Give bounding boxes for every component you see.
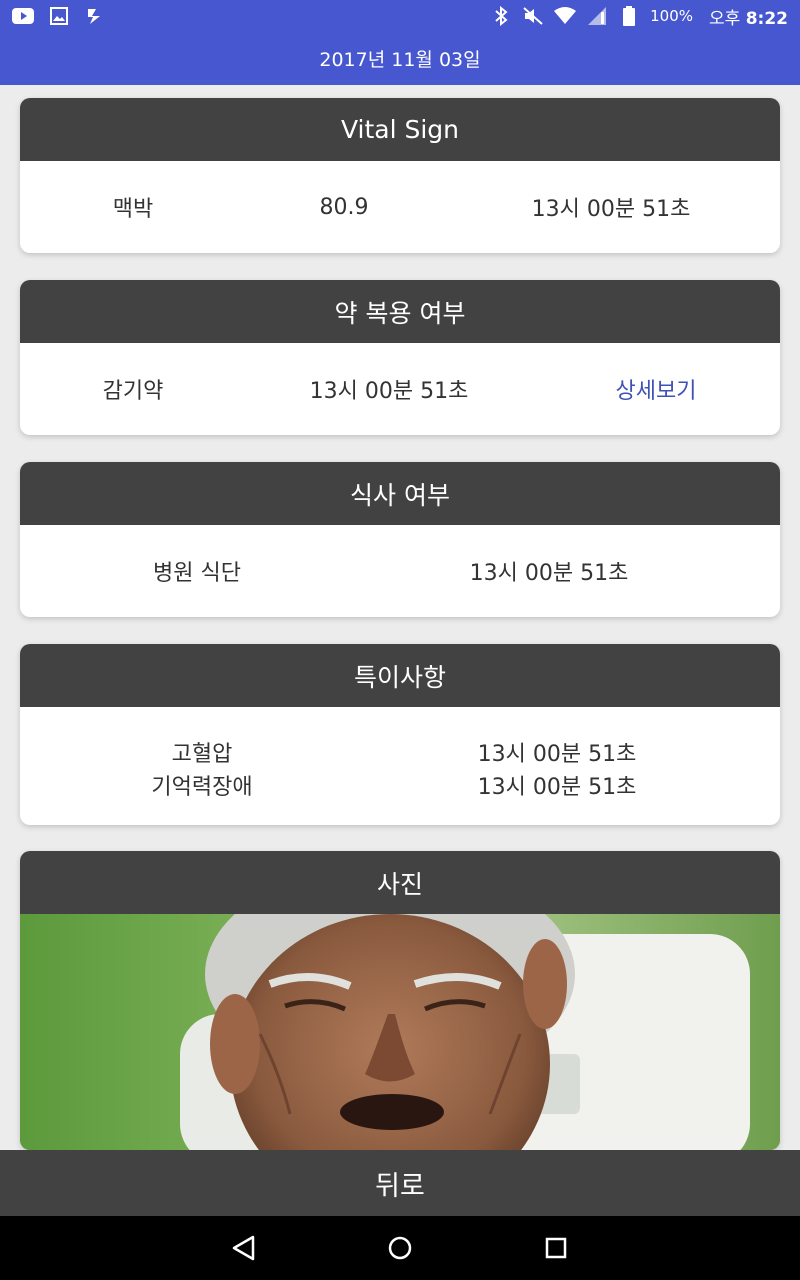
system-nav-bar: [0, 1216, 800, 1280]
mute-icon: [522, 6, 544, 26]
screen: 100% 오후 8:22 2017년 11월 03일 Vital Sign 맥박…: [0, 0, 800, 1280]
back-button-label: 뒤로: [375, 1170, 425, 1202]
notes-item-label: 고혈압: [171, 741, 233, 767]
clock: 오후 8:22: [709, 4, 788, 29]
vital-sign-card: Vital Sign 맥박 80.9 13시 00분 51초: [20, 98, 780, 253]
vital-sign-header: Vital Sign: [20, 98, 780, 161]
vital-sign-row: 맥박 80.9 13시 00분 51초: [20, 161, 780, 253]
gallery-notification-icon: [48, 6, 70, 26]
page-title: 2017년 11월 03일: [319, 49, 481, 71]
battery-icon: [618, 6, 640, 26]
patient-photo-image: [20, 914, 780, 1150]
nav-home-icon[interactable]: [382, 1230, 418, 1266]
medication-time: 13시 00분 51초: [309, 379, 469, 404]
medication-header: 약 복용 여부: [20, 280, 780, 343]
meal-card: 식사 여부 병원 식단 13시 00분 51초: [20, 462, 780, 617]
meal-time: 13시 00분 51초: [469, 561, 629, 586]
content-scroll[interactable]: Vital Sign 맥박 80.9 13시 00분 51초 약 복용 여부 감…: [0, 85, 800, 1150]
notes-item-time: 13시 00분 51초: [477, 774, 637, 800]
vital-sign-label: 맥박: [112, 197, 154, 222]
notes-header: 특이사항: [20, 644, 780, 707]
notes-card: 특이사항 고혈압 13시 00분 51초 기억력장애 13시 00분 51초: [20, 644, 780, 825]
back-button[interactable]: 뒤로: [0, 1150, 800, 1216]
medication-title: 약 복용 여부: [334, 298, 466, 328]
nav-back-icon[interactable]: [226, 1230, 262, 1266]
vital-sign-time: 13시 00분 51초: [531, 197, 691, 222]
status-bar: 100% 오후 8:22: [0, 0, 800, 32]
photo-title: 사진: [376, 869, 423, 899]
clock-time: 8:22: [745, 8, 788, 29]
medication-card: 약 복용 여부 감기약 13시 00분 51초 상세보기: [20, 280, 780, 435]
meal-header: 식사 여부: [20, 462, 780, 525]
battery-percent: 100%: [650, 7, 694, 25]
notes-item-time: 13시 00분 51초: [477, 741, 637, 767]
notes-list: 고혈압 13시 00분 51초 기억력장애 13시 00분 51초: [20, 707, 780, 825]
photo-header: 사진: [20, 851, 780, 914]
signal-icon: [586, 6, 608, 26]
app-bar: 2017년 11월 03일: [0, 32, 800, 85]
app-notification-icon: [84, 6, 106, 26]
notes-title: 특이사항: [353, 662, 446, 692]
medication-label: 감기약: [102, 379, 164, 404]
meal-title: 식사 여부: [350, 480, 450, 510]
wifi-icon: [554, 6, 577, 26]
meal-label: 병원 식단: [153, 561, 241, 586]
youtube-notification-icon: [12, 6, 34, 26]
vital-sign-title: Vital Sign: [340, 115, 460, 144]
photo-card: 사진: [20, 851, 780, 1150]
notes-item-label: 기억력장애: [151, 774, 253, 800]
medication-detail-link[interactable]: 상세보기: [532, 373, 780, 405]
nav-recents-icon[interactable]: [538, 1230, 574, 1266]
medication-row: 감기약 13시 00분 51초 상세보기: [20, 343, 780, 435]
patient-photo: [20, 914, 780, 1150]
notes-item: 기억력장애 13시 00분 51초: [20, 768, 780, 801]
meal-row: 병원 식단 13시 00분 51초: [20, 525, 780, 617]
clock-prefix: 오후: [709, 8, 741, 29]
vital-sign-value: 80.9: [319, 194, 369, 220]
bluetooth-icon: [490, 6, 512, 26]
notes-item: 고혈압 13시 00분 51초: [20, 735, 780, 768]
